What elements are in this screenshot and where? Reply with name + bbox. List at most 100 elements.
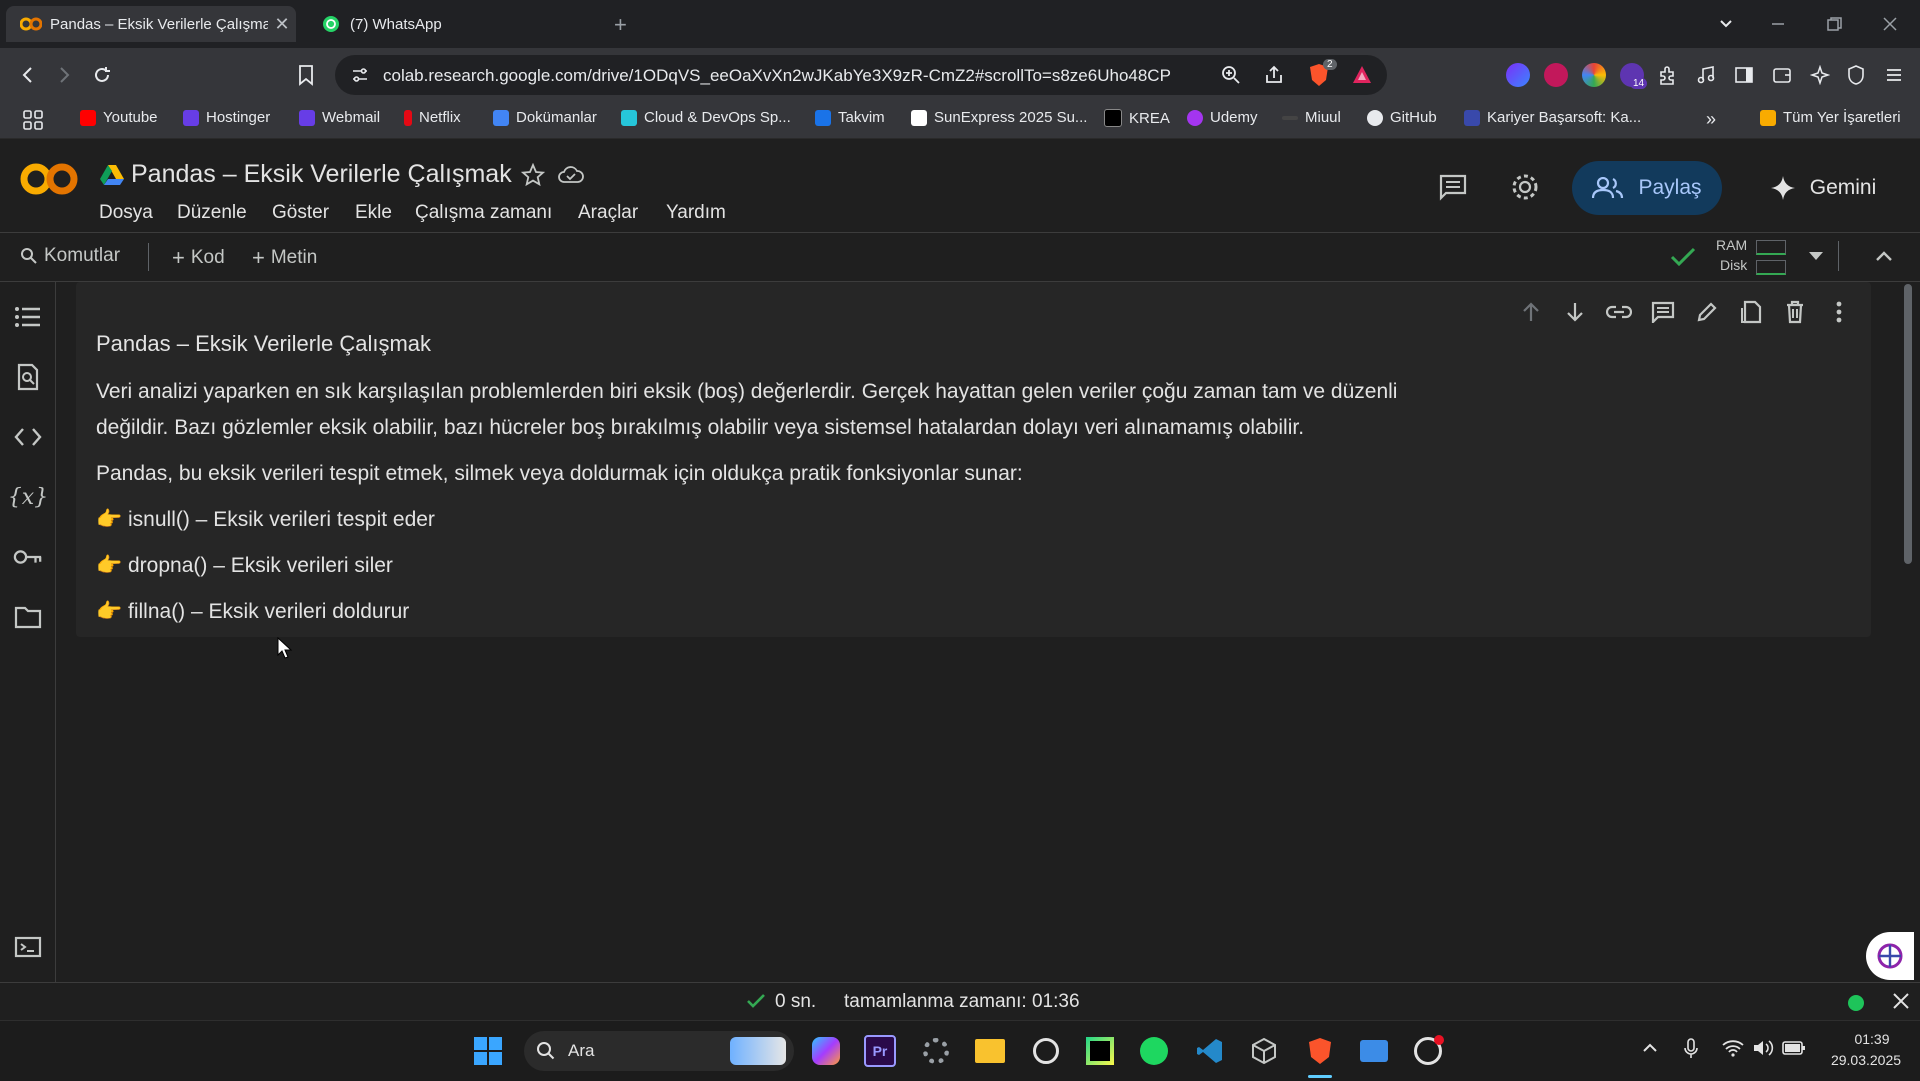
clock-date[interactable]: 29.03.2025 [1818,1052,1914,1068]
clock-time[interactable]: 01:39 [1838,1031,1906,1047]
move-cell-up-icon[interactable] [1516,297,1546,327]
tab-search-icon[interactable] [1716,14,1736,34]
new-tab-button[interactable]: + [614,12,627,38]
add-text-button[interactable]: + Metin [252,245,317,271]
bookmark-takvim[interactable]: Takvim [815,109,885,126]
brave-browser-icon[interactable] [1302,1033,1338,1069]
bookmark-miuul[interactable]: Miuul [1282,109,1341,126]
link-icon[interactable] [1604,297,1634,327]
extension-icon[interactable] [1506,63,1530,87]
microphone-icon[interactable] [1684,1038,1698,1060]
wifi-icon[interactable] [1722,1039,1744,1057]
add-code-button[interactable]: + Kod [172,245,225,271]
delete-cell-icon[interactable] [1780,297,1810,327]
minimize-icon[interactable] [1768,14,1788,34]
bookmark-netflix[interactable]: Netflix [404,109,461,126]
disk-meter[interactable] [1756,260,1786,275]
extensions-icon[interactable] [1654,61,1682,89]
code-snippets-icon[interactable] [13,422,43,452]
address-bar[interactable]: colab.research.google.com/drive/1ODqVS_e… [335,55,1387,95]
remote-desktop-icon[interactable] [1356,1033,1392,1069]
cell-comment-icon[interactable] [1648,297,1678,327]
tab-whatsapp[interactable]: (7) WhatsApp [306,6,596,42]
tab-colab[interactable]: Pandas – Eksik Verilerle Çalışma ✕ [6,6,296,42]
back-icon[interactable] [14,61,42,89]
premiere-pro-icon[interactable]: Pr [862,1033,898,1069]
bookmark-youtube[interactable]: Youtube [80,109,158,126]
files-folder-icon[interactable] [13,602,43,632]
secrets-key-icon[interactable] [13,542,43,572]
notebook-title[interactable]: Pandas – Eksik Verilerle Çalışmak [131,160,512,189]
bookmark-krea[interactable]: KREA [1104,109,1170,127]
chatgpt-icon[interactable] [1028,1033,1064,1069]
menu-dosya[interactable]: Dosya [99,202,153,224]
share-page-icon[interactable] [1264,65,1284,85]
settings-icon[interactable] [918,1033,954,1069]
text-cell[interactable]: Pandas – Eksik Verilerle Çalışmak Veri a… [76,282,1871,637]
pycharm-icon[interactable] [1082,1033,1118,1069]
copilot-icon[interactable] [808,1033,844,1069]
table-of-contents-icon[interactable] [13,302,43,332]
zoom-icon[interactable] [1221,65,1241,85]
menu-calisma-zamani[interactable]: Çalışma zamanı [415,202,552,224]
show-hidden-icons[interactable] [1642,1041,1658,1053]
file-explorer-icon[interactable] [972,1033,1008,1069]
menu-yardim[interactable]: Yardım [666,202,726,224]
all-bookmarks-button[interactable]: Tüm Yer İşaretleri [1760,109,1901,126]
spotify-icon[interactable] [1136,1033,1172,1069]
taskbar-search[interactable]: Ara [524,1031,794,1071]
mirror-cell-icon[interactable] [1736,297,1766,327]
windows-start-icon[interactable] [470,1033,506,1069]
gemini-button[interactable]: Gemini [1748,161,1898,215]
bookmark-udemy[interactable]: Udemy [1187,109,1258,126]
volume-icon[interactable] [1752,1039,1774,1057]
vscode-icon[interactable] [1192,1033,1228,1069]
close-tab-icon[interactable]: ✕ [268,14,296,35]
bookmark-icon[interactable] [292,61,320,89]
close-status-icon[interactable] [1892,992,1910,1010]
move-cell-down-icon[interactable] [1560,297,1590,327]
app-cube-icon[interactable] [1246,1033,1282,1069]
brave-rewards-icon[interactable] [1351,64,1373,86]
share-button[interactable]: Paylaş [1572,161,1722,215]
collapse-header-icon[interactable] [1874,246,1894,266]
forward-icon[interactable] [50,61,78,89]
restore-icon[interactable] [1824,14,1844,34]
ai-assistant-icon[interactable] [1866,932,1914,980]
bookmark-dokumanlar[interactable]: Dokümanlar [493,109,597,126]
star-icon[interactable] [521,163,545,187]
reload-icon[interactable] [88,61,116,89]
browser-menu-icon[interactable] [1880,61,1908,89]
edit-pencil-icon[interactable] [1692,297,1722,327]
runtime-dropdown-icon[interactable] [1806,248,1826,264]
bookmark-webmail[interactable]: Webmail [299,109,380,126]
wallet-icon[interactable] [1768,61,1796,89]
site-settings-icon[interactable] [351,66,369,84]
more-bookmarks-button[interactable]: » [1706,109,1716,130]
extension-icon[interactable] [1582,63,1606,87]
more-options-icon[interactable] [1824,297,1854,327]
find-replace-icon[interactable] [13,362,43,392]
bookmark-cloud-devops[interactable]: Cloud & DevOps Sp... [621,109,791,126]
menu-goster[interactable]: Göster [272,202,329,224]
bookmark-github[interactable]: GitHub [1367,109,1437,126]
scrollbar[interactable] [1904,284,1912,564]
close-window-icon[interactable] [1880,14,1900,34]
colab-logo[interactable] [20,161,78,197]
apps-icon[interactable] [22,109,44,131]
vpn-icon[interactable] [1842,61,1870,89]
comments-icon[interactable] [1438,173,1468,201]
ram-meter[interactable] [1756,240,1786,255]
menu-araclar[interactable]: Araçlar [578,202,638,224]
bookmark-hostinger[interactable]: Hostinger [183,109,270,126]
leo-ai-icon[interactable] [1806,61,1834,89]
media-icon[interactable] [1692,61,1720,89]
sidebar-icon[interactable] [1730,61,1758,89]
terminal-icon[interactable] [13,932,43,962]
menu-ekle[interactable]: Ekle [355,202,392,224]
settings-gear-icon[interactable] [1510,172,1540,202]
battery-icon[interactable] [1782,1040,1806,1056]
commands-button[interactable]: Komutlar [20,245,120,267]
bookmark-sunexpress[interactable]: SunExpress 2025 Su... [911,109,1087,126]
extension-icon[interactable] [1544,63,1568,87]
